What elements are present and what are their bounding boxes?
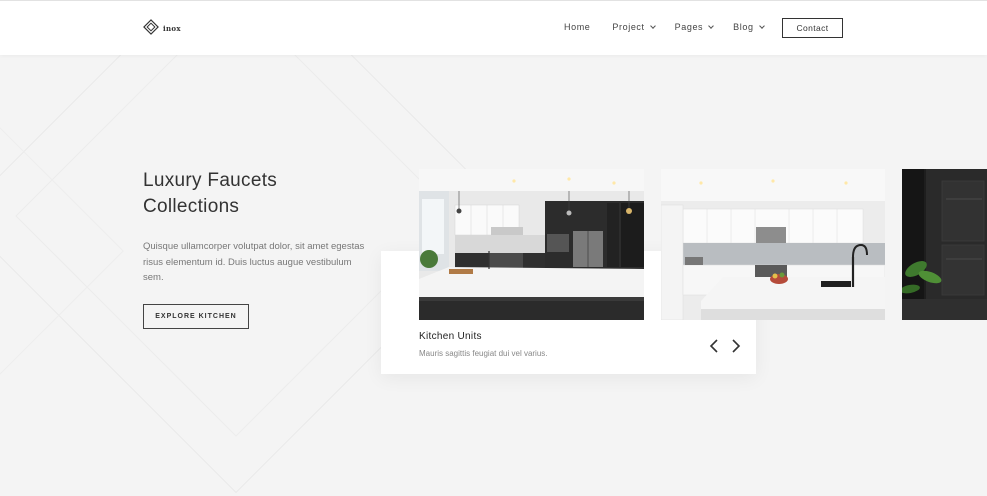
brand-name: inox: [163, 23, 181, 33]
chevron-down-icon: [708, 23, 715, 29]
page: inox Home Project Pages Blog Contact Lux…: [0, 0, 987, 496]
nav-item-blog[interactable]: Blog: [733, 22, 765, 32]
hero-title-line: Luxury Faucets: [143, 170, 278, 191]
slide-subtitle: Mauris sagittis feugiat dui vel varius.: [419, 349, 548, 358]
slide-title: Kitchen Units: [419, 331, 482, 342]
diamond-logo-icon: [143, 19, 159, 35]
brand-logo[interactable]: inox: [143, 19, 181, 35]
nav-item-label: Project: [612, 22, 645, 32]
nav-item-pages[interactable]: Pages: [674, 22, 715, 32]
kitchen-white-island-photo[interactable]: [661, 169, 885, 320]
contact-button[interactable]: Contact: [782, 18, 843, 38]
nav-item-label: Home: [564, 22, 591, 32]
chevron-down-icon: [649, 23, 656, 29]
chevron-down-icon: [758, 23, 765, 29]
chevron-left-icon[interactable]: [707, 338, 723, 354]
nav-item-home[interactable]: Home: [564, 22, 590, 32]
site-header: inox Home Project Pages Blog Contact: [0, 0, 987, 55]
nav-item-label: Blog: [733, 22, 754, 32]
hero-title: Luxury Faucets Collections: [143, 168, 343, 220]
chevron-right-icon[interactable]: [728, 338, 744, 354]
nav-item-label: Pages: [674, 22, 704, 32]
hero-description: Quisque ullamcorper volutpat dolor, sit …: [143, 241, 365, 283]
kitchen-dark-cabinets-photo[interactable]: [419, 169, 644, 320]
nav-item-project[interactable]: Project: [612, 22, 656, 32]
kitchen-black-wall-photo[interactable]: [902, 169, 987, 320]
explore-kitchen-button[interactable]: EXPLORE KITCHEN: [143, 304, 249, 329]
main-nav: Home Project Pages Blog: [564, 22, 765, 32]
hero-title-line: Collections: [143, 196, 240, 217]
